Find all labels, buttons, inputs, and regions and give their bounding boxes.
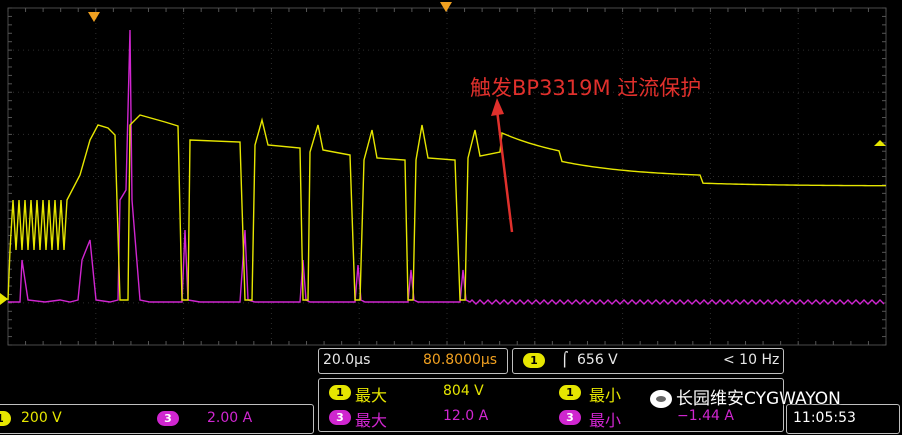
- ch1-scale: 200 V: [21, 410, 62, 426]
- meas-ch3-min-badge: 3: [559, 410, 581, 425]
- channel-scale-box[interactable]: 1 200 V 3 2.00 A: [0, 404, 314, 434]
- watermark: 长园维安CYGWAYON: [650, 384, 841, 409]
- ch3-scale: 2.00 A: [207, 410, 253, 426]
- meas-ch3-max-label: 最大: [355, 411, 388, 430]
- wechat-icon: [650, 390, 672, 408]
- ch1-badge: 1: [0, 411, 11, 426]
- ch3-current-trace: [8, 29, 885, 305]
- trigger-level: 656 V: [577, 352, 618, 368]
- oscilloscope-screen: 触发BP3319M 过流保护 20.0µs 80.8000µs 1 ⌠ 656 …: [0, 0, 902, 435]
- timebase-scale: 20.0µs: [323, 352, 371, 368]
- ch3-badge: 3: [157, 411, 179, 426]
- meas-ch3-badge: 3: [329, 410, 351, 425]
- meas-ch3-min-label: 最小: [589, 411, 622, 430]
- ch1-ground-marker: [0, 293, 8, 305]
- meas-ch1-min-label: 最小: [589, 386, 622, 405]
- annotation-arrow: [495, 109, 514, 233]
- trigger-position-marker: [88, 12, 100, 22]
- trigger-box[interactable]: 1 ⌠ 656 V < 10 Hz: [512, 348, 784, 374]
- watermark-text: 长园维安CYGWAYON: [676, 389, 841, 409]
- meas-ch3-max-value: 12.0 A: [443, 408, 489, 424]
- trigger-channel-badge: 1: [523, 353, 545, 368]
- timebase-box[interactable]: 20.0µs 80.8000µs: [318, 348, 508, 374]
- timebase-position: 80.8000µs: [423, 352, 498, 368]
- meas-ch3-min-value: −1.44 A: [677, 408, 734, 424]
- ch1-voltage-trace: [7, 114, 887, 301]
- delay-marker: [440, 2, 452, 12]
- trigger-frequency: < 10 Hz: [723, 352, 780, 368]
- meas-ch1-max-value: 804 V: [443, 383, 484, 399]
- clock-time: 11:05:53: [793, 410, 856, 426]
- meas-ch1-badge: 1: [329, 385, 351, 400]
- meas-ch1-min-badge: 1: [559, 385, 581, 400]
- trigger-edge-icon: ⌠: [561, 352, 569, 368]
- meas-ch1-max-label: 最大: [355, 386, 388, 405]
- annotation-text: 触发BP3319M 过流保护: [470, 76, 702, 100]
